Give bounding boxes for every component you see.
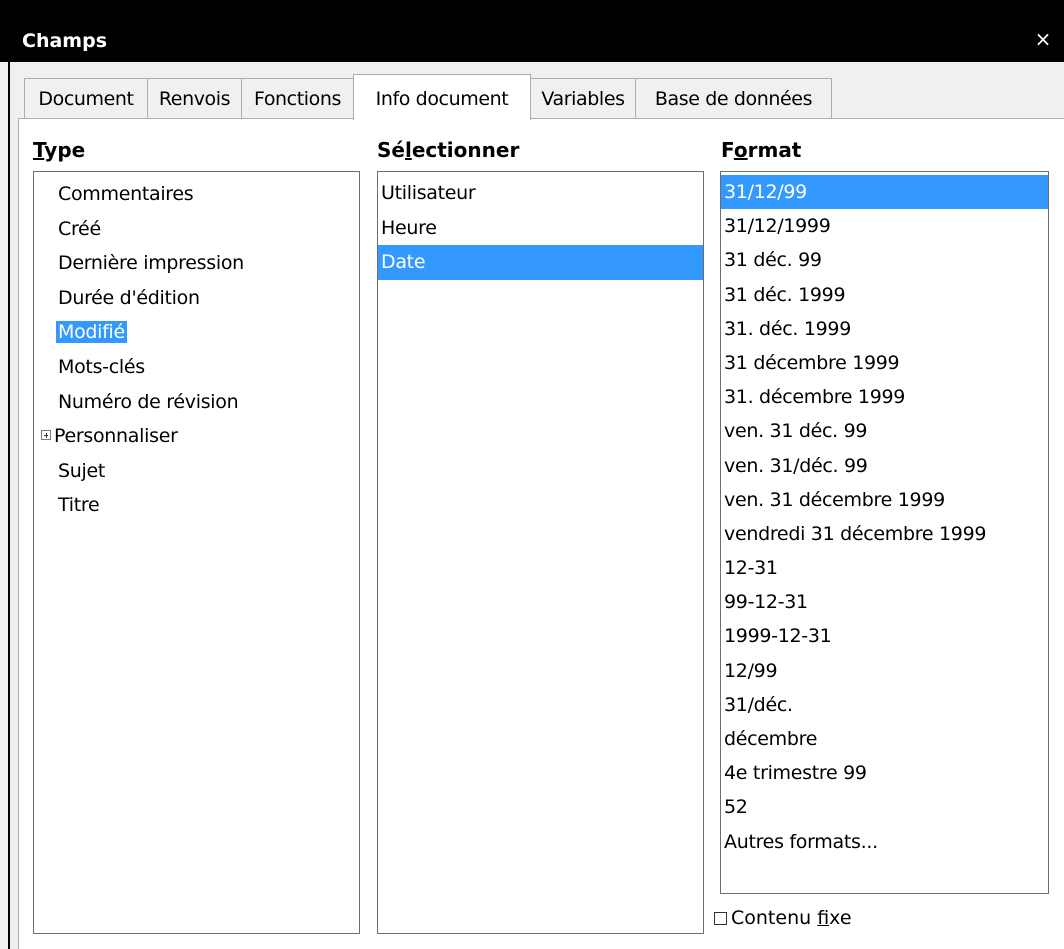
select-heading: Sélectionner [377, 138, 520, 162]
format-list[interactable]: 31/12/99 31/12/1999 31 déc. 99 31 déc. 1… [720, 171, 1049, 894]
format-item[interactable]: 31. décembre 1999 [721, 380, 1048, 414]
format-item[interactable]: ven. 31 décembre 1999 [721, 483, 1048, 517]
type-item-derniere-impression[interactable]: Dernière impression [34, 246, 359, 281]
tab-variables[interactable]: Variables [530, 78, 636, 119]
tab-document[interactable]: Document [24, 78, 148, 119]
format-item[interactable]: 31 déc. 99 [721, 243, 1048, 277]
close-icon[interactable]: × [1028, 24, 1058, 54]
format-item[interactable]: 31/12/99 [721, 175, 1048, 210]
format-heading-mnemonic: o [733, 138, 748, 162]
format-heading: Format [721, 138, 802, 162]
tab-fonctions[interactable]: Fonctions [241, 78, 354, 119]
format-item[interactable]: 31 déc. 1999 [721, 278, 1048, 312]
format-item[interactable]: 31/déc. [721, 688, 1048, 722]
title-bar: Champs × [0, 0, 1064, 62]
expand-plus-icon[interactable] [41, 430, 51, 441]
fixed-content-label: Contenu fixe [731, 907, 852, 929]
select-list[interactable]: Utilisateur Heure Date [377, 171, 704, 934]
format-item[interactable]: 31 décembre 1999 [721, 346, 1048, 380]
fields-dialog: Champs × Document Renvois Fonctions Info… [0, 0, 1064, 949]
type-heading-mnemonic: T [33, 138, 45, 162]
type-item-modifie[interactable]: Modifié [34, 315, 359, 350]
format-item[interactable]: 12/99 [721, 654, 1048, 688]
dialog-title: Champs [22, 30, 107, 52]
format-item[interactable]: 31/12/1999 [721, 209, 1048, 243]
format-item-other-formats[interactable]: Autres formats... [721, 825, 1048, 859]
format-item[interactable]: 52 [721, 790, 1048, 824]
select-item-utilisateur[interactable]: Utilisateur [378, 176, 703, 211]
format-item[interactable]: vendredi 31 décembre 1999 [721, 517, 1048, 551]
fixed-content-option[interactable]: Contenu fixe [714, 906, 852, 930]
format-item[interactable]: 99-12-31 [721, 585, 1048, 619]
select-item-date[interactable]: Date [378, 245, 703, 280]
type-item-cree[interactable]: Créé [34, 212, 359, 247]
format-item[interactable]: ven. 31/déc. 99 [721, 449, 1048, 483]
tab-base-de-donnees[interactable]: Base de données [635, 78, 832, 119]
window-left-border [8, 62, 10, 949]
type-heading: Type [33, 138, 86, 162]
tab-info-document[interactable]: Info document [353, 74, 531, 120]
tab-renvois[interactable]: Renvois [147, 78, 242, 119]
format-item[interactable]: 1999-12-31 [721, 619, 1048, 653]
type-list[interactable]: Commentaires Créé Dernière impression Du… [33, 171, 360, 934]
format-item[interactable]: 12-31 [721, 551, 1048, 585]
fixed-content-checkbox[interactable] [714, 911, 727, 925]
type-item-sujet[interactable]: Sujet [34, 454, 359, 489]
type-item-duree-edition[interactable]: Durée d'édition [34, 281, 359, 316]
select-item-heure[interactable]: Heure [378, 211, 703, 246]
type-item-commentaires[interactable]: Commentaires [34, 177, 359, 212]
type-item-mots-cles[interactable]: Mots-clés [34, 350, 359, 385]
format-item[interactable]: 31. déc. 1999 [721, 312, 1048, 346]
format-item[interactable]: ven. 31 déc. 99 [721, 414, 1048, 448]
select-heading-mnemonic: l [404, 138, 412, 162]
type-item-titre[interactable]: Titre [34, 488, 359, 523]
format-item[interactable]: 4e trimestre 99 [721, 756, 1048, 790]
type-item-numero-revision[interactable]: Numéro de révision [34, 385, 359, 420]
format-item[interactable]: décembre [721, 722, 1048, 756]
type-item-personnaliser[interactable]: Personnaliser [34, 419, 359, 454]
